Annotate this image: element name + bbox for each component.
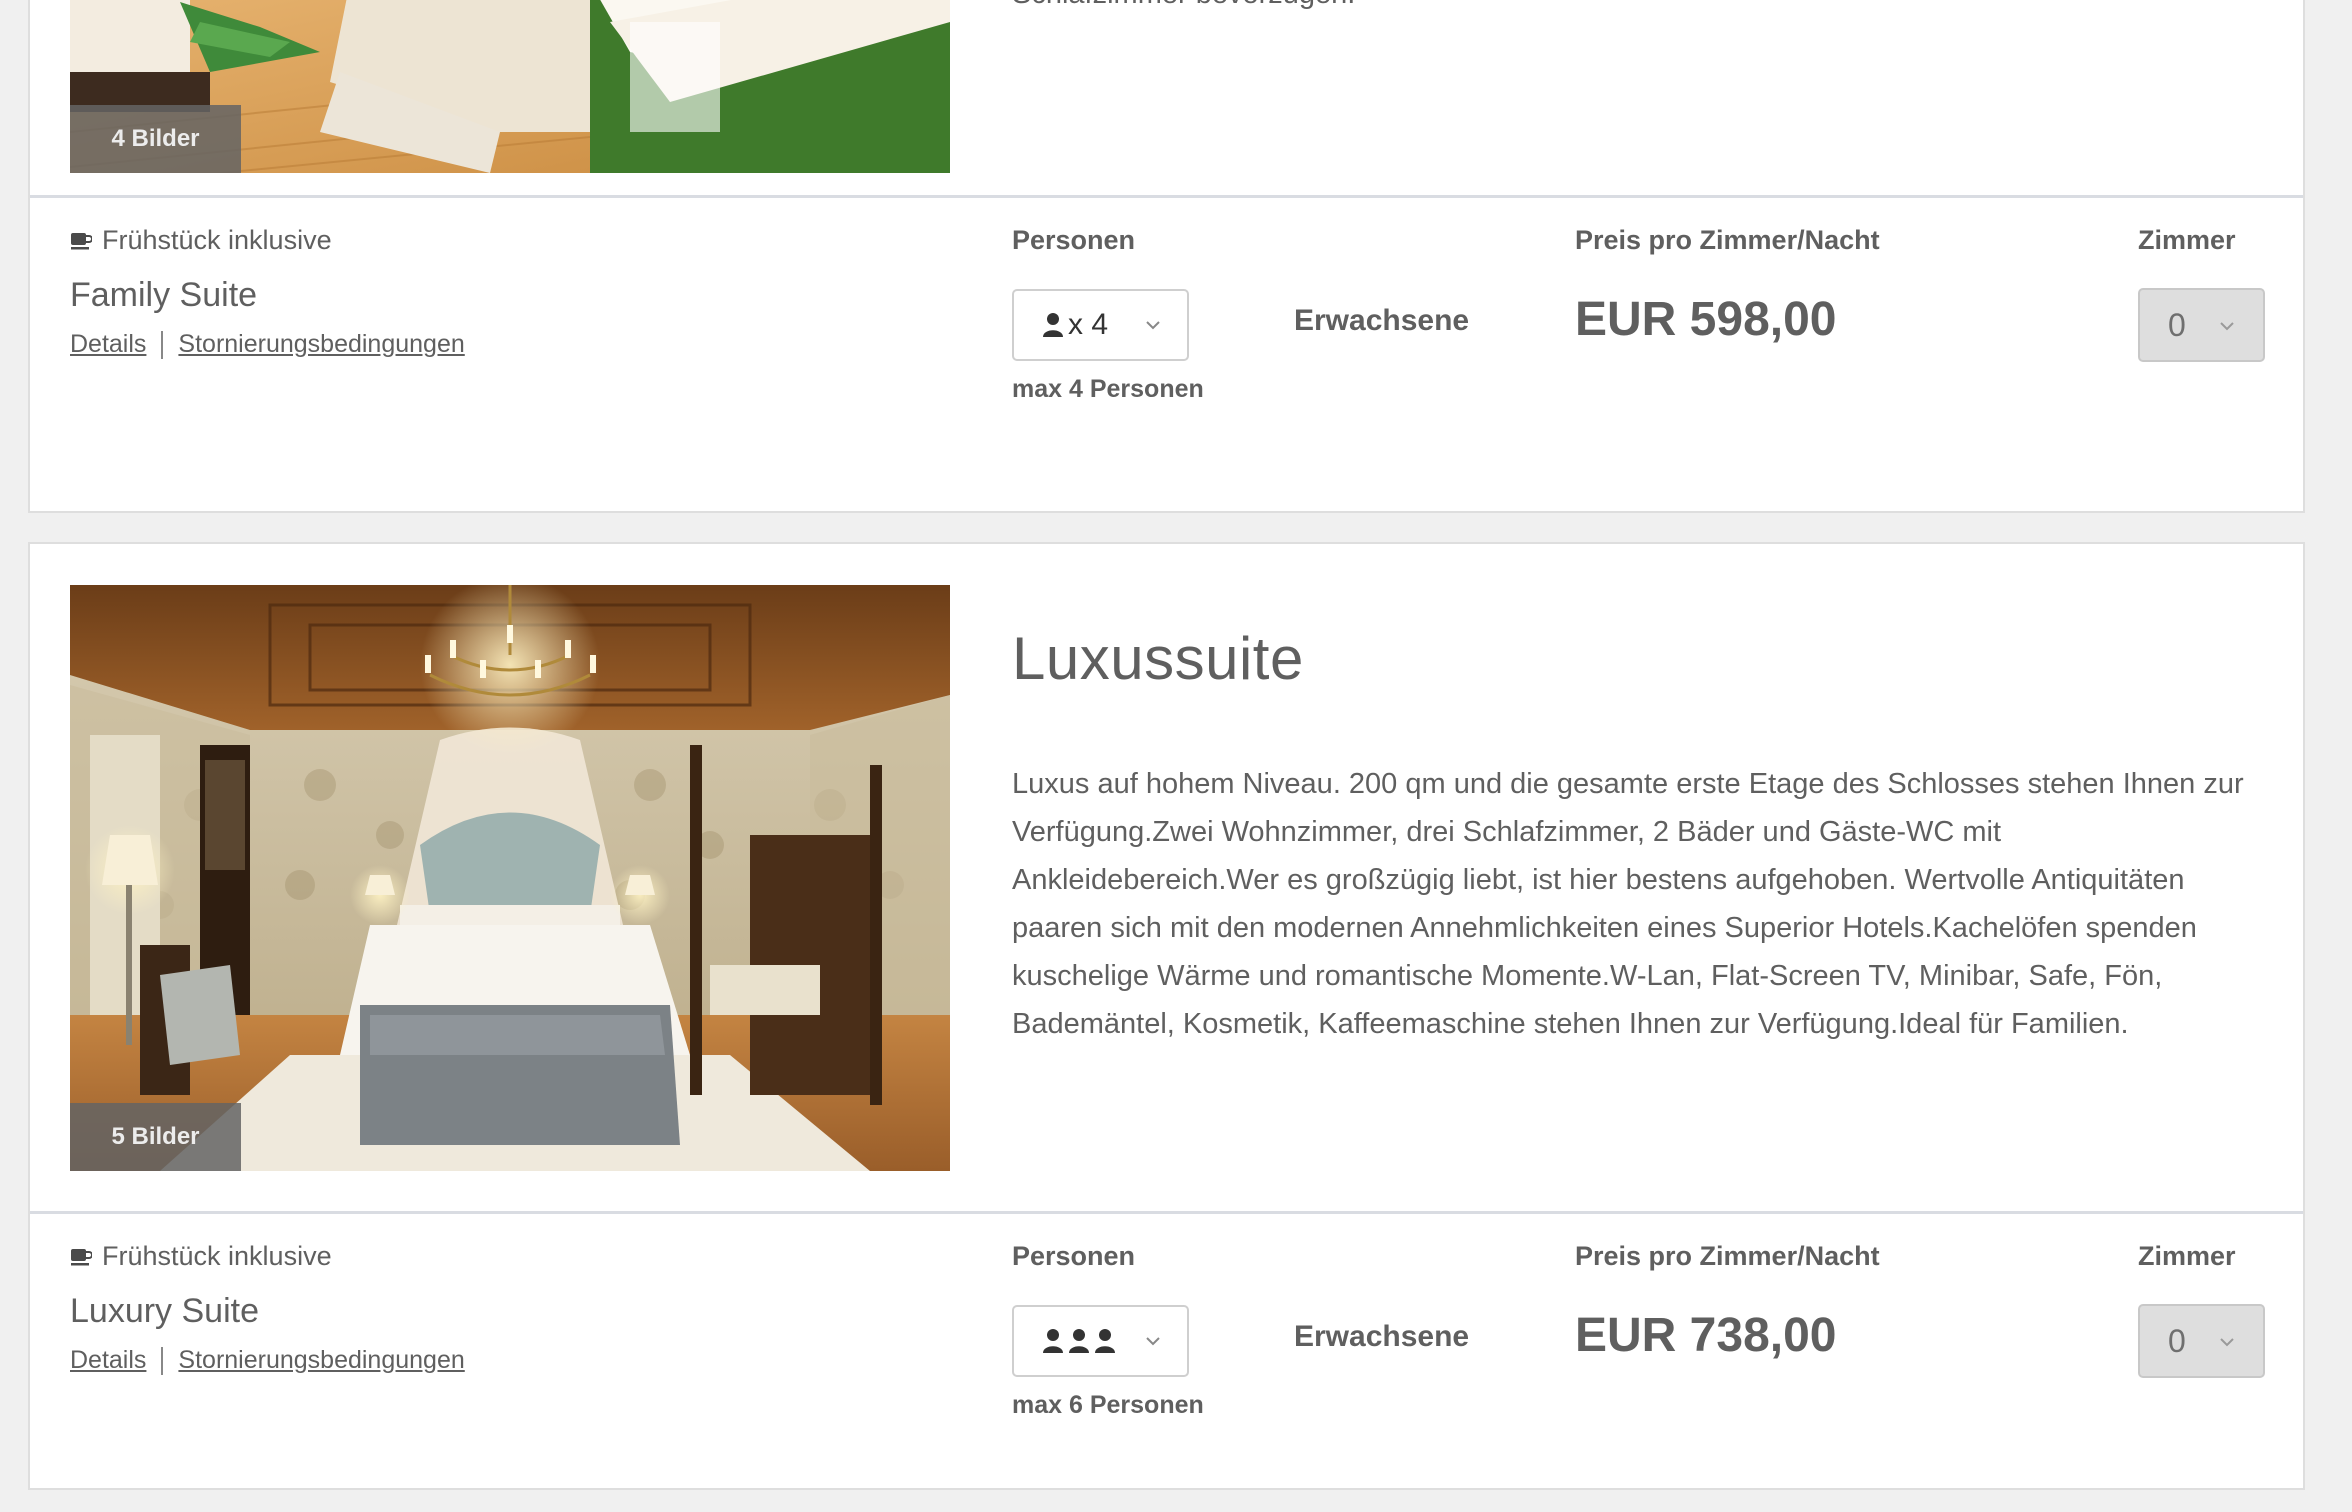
- persons-value: x 4: [1068, 308, 1109, 341]
- breakfast-label: Frühstück inklusive: [102, 1241, 332, 1271]
- price-value: EUR 738,00: [1575, 1309, 1837, 1362]
- rooms-count-select[interactable]: 0: [2138, 1304, 2265, 1378]
- rate-links: Details Stornierungsbedingungen: [70, 330, 465, 359]
- chevron-down-icon: [2220, 322, 2234, 331]
- room-photo[interactable]: 4 Bilder: [70, 0, 950, 173]
- details-link[interactable]: Details: [70, 1346, 146, 1375]
- cancellation-policy-link[interactable]: Stornierungsbedingungen: [178, 1346, 464, 1375]
- link-divider: [161, 330, 164, 359]
- room-info-section: 4 Bilder Schlafzimmer bevorzugen.: [30, 0, 2303, 198]
- chevron-down-icon: [1146, 321, 1160, 330]
- person-icon: [1043, 313, 1063, 337]
- three-persons-icon: [1042, 1328, 1116, 1354]
- rooms-label: Zimmer: [2138, 225, 2236, 255]
- rate-links: Details Stornierungsbedingungen: [70, 1346, 465, 1375]
- room-photo[interactable]: 5 Bilder: [70, 585, 950, 1171]
- cancellation-policy-link[interactable]: Stornierungsbedingungen: [178, 330, 464, 359]
- adults-label: Erwachsene: [1294, 304, 1470, 337]
- luxury-bedroom-image: [70, 585, 950, 1171]
- rooms-count-value: 0: [2168, 1322, 2186, 1359]
- chevron-down-icon: [2220, 1338, 2234, 1347]
- breakfast-info: Frühstück inklusive: [70, 225, 332, 256]
- room-card-family-suite: 4 Bilder Schlafzimmer bevorzugen. Frühst…: [28, 0, 2305, 513]
- image-count-badge[interactable]: 5 Bilder: [70, 1103, 241, 1171]
- details-link[interactable]: Details: [70, 330, 146, 359]
- breakfast-label: Frühstück inklusive: [102, 225, 332, 255]
- persons-select[interactable]: x 4: [1012, 289, 1189, 361]
- persons-label: Personen: [1012, 1241, 1136, 1271]
- room-card-luxussuite: 5 Bilder Luxussuite Luxus auf hohem Nive…: [28, 542, 2305, 1490]
- chevron-down-icon: [1146, 1337, 1160, 1346]
- rooms-count-value: 0: [2168, 306, 2186, 343]
- room-info-section: 5 Bilder Luxussuite Luxus auf hohem Nive…: [30, 544, 2303, 1214]
- rooms-count-select[interactable]: 0: [2138, 288, 2265, 362]
- coffee-cup-icon: [71, 232, 92, 249]
- rate-name: Family Suite: [70, 276, 258, 314]
- coffee-cup-icon: [71, 1248, 92, 1265]
- adults-label: Erwachsene: [1294, 1320, 1470, 1353]
- rate-row: Frühstück inklusive Family Suite Details…: [30, 194, 2303, 511]
- room-description: Luxus auf hohem Niveau. 200 qm und die g…: [1012, 768, 2244, 1040]
- room-title: Luxussuite: [1012, 625, 1304, 692]
- persons-label: Personen: [1012, 225, 1136, 255]
- price-label: Preis pro Zimmer/Nacht: [1575, 225, 1880, 255]
- persons-select[interactable]: [1012, 1305, 1189, 1377]
- rate-row: Frühstück inklusive Luxury Suite Details…: [30, 1210, 2303, 1488]
- image-count-badge[interactable]: 4 Bilder: [70, 105, 241, 173]
- room-description: Schlafzimmer bevorzugen.: [1012, 0, 1355, 14]
- rate-name: Luxury Suite: [70, 1292, 259, 1330]
- breakfast-info: Frühstück inklusive: [70, 1241, 332, 1272]
- price-value: EUR 598,00: [1575, 293, 1837, 346]
- max-persons-note: max 6 Personen: [1012, 1391, 1204, 1419]
- link-divider: [161, 1346, 164, 1375]
- rooms-label: Zimmer: [2138, 1241, 2236, 1271]
- max-persons-note: max 4 Personen: [1012, 375, 1204, 403]
- price-label: Preis pro Zimmer/Nacht: [1575, 1241, 1880, 1271]
